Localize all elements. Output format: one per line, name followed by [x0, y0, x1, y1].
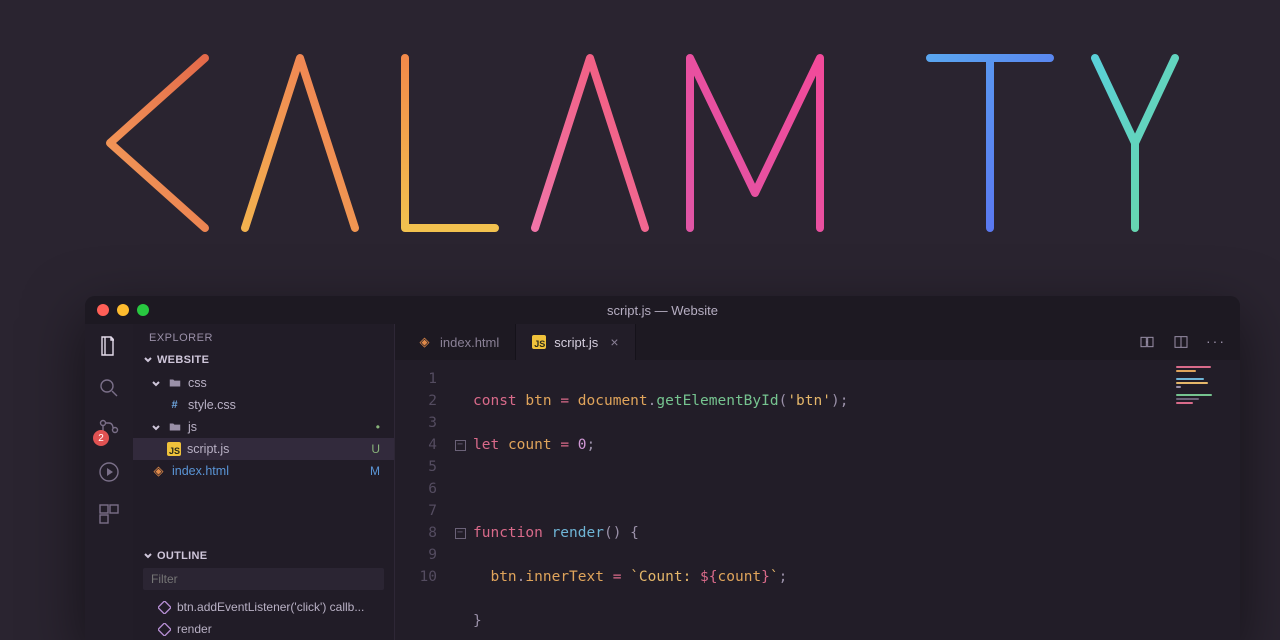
window-title: script.js — Website — [607, 303, 718, 318]
sidebar: EXPLORER WEBSITE css # style.css — [133, 324, 395, 640]
code-content[interactable]: const btn = document.getElementById('btn… — [469, 360, 1240, 640]
explorer-icon[interactable] — [97, 334, 121, 358]
file-scriptjs[interactable]: JS script.js U — [133, 438, 394, 460]
file-tree: css # style.css js • JS script.js U — [133, 370, 394, 488]
js-file-icon: JS — [167, 442, 181, 456]
method-icon — [157, 622, 171, 636]
git-status-modified: M — [370, 464, 380, 478]
editor-window: script.js — Website 2 EXPLORER — [85, 296, 1240, 640]
scm-badge: 2 — [93, 430, 109, 446]
close-tab-icon[interactable]: × — [610, 334, 618, 350]
outline-item[interactable]: render — [133, 618, 394, 640]
folder-label: js — [188, 420, 197, 434]
file-label: style.css — [188, 398, 236, 412]
outline-filter-input[interactable] — [143, 568, 384, 590]
html-file-icon: ◈ — [417, 335, 432, 350]
tab-indexhtml[interactable]: ◈ index.html — [401, 324, 516, 360]
debug-icon[interactable] — [97, 460, 121, 484]
tab-label: script.js — [554, 335, 598, 350]
line-number-gutter: 1 2 3 4 5 6 7 8 9 10 — [395, 360, 451, 640]
editor-actions: ··· — [1138, 333, 1240, 351]
minimap[interactable] — [1170, 360, 1240, 640]
fold-icon[interactable]: − — [451, 522, 469, 544]
activity-bar: 2 — [85, 324, 133, 640]
folder-css[interactable]: css — [133, 372, 394, 394]
search-icon[interactable] — [97, 376, 121, 400]
tab-label: index.html — [440, 335, 499, 350]
section-website[interactable]: WEBSITE — [133, 350, 394, 370]
file-stylecss[interactable]: # style.css — [133, 394, 394, 416]
outline-label: btn.addEventListener('click') callb... — [177, 600, 364, 614]
chevron-down-icon — [143, 355, 153, 365]
minimize-window-button[interactable] — [117, 304, 129, 316]
editor-area: ◈ index.html JS script.js × ··· 1 2 — [395, 324, 1240, 640]
sidebar-header: EXPLORER — [133, 324, 394, 350]
fold-icon[interactable]: − — [451, 434, 469, 456]
tab-bar: ◈ index.html JS script.js × ··· — [395, 324, 1240, 360]
extensions-icon[interactable] — [97, 502, 121, 526]
method-icon — [157, 600, 171, 614]
folder-js[interactable]: js • — [133, 416, 394, 438]
css-file-icon: # — [167, 398, 182, 413]
fold-gutter: − − — [451, 360, 469, 640]
titlebar: script.js — Website — [85, 296, 1240, 324]
file-indexhtml[interactable]: ◈ index.html M — [133, 460, 394, 482]
section-website-label: WEBSITE — [157, 354, 209, 366]
code-editor[interactable]: 1 2 3 4 5 6 7 8 9 10 − − — [395, 360, 1240, 640]
chevron-down-icon — [151, 422, 161, 432]
section-outline[interactable]: OUTLINE — [133, 546, 394, 566]
chevron-down-icon — [151, 378, 161, 388]
outline-label: render — [177, 622, 212, 636]
tab-scriptjs[interactable]: JS script.js × — [516, 324, 635, 360]
html-file-icon: ◈ — [151, 464, 166, 479]
zoom-window-button[interactable] — [137, 304, 149, 316]
source-control-icon[interactable]: 2 — [97, 418, 121, 442]
folder-label: css — [188, 376, 207, 390]
file-label: script.js — [187, 442, 229, 456]
folder-icon — [167, 420, 182, 435]
section-outline-label: OUTLINE — [157, 550, 207, 562]
git-status-untracked: U — [371, 442, 380, 456]
chevron-down-icon — [143, 551, 153, 561]
close-window-button[interactable] — [97, 304, 109, 316]
more-actions-icon[interactable]: ··· — [1206, 333, 1226, 351]
split-editor-icon[interactable] — [1172, 333, 1190, 351]
folder-icon — [167, 376, 182, 391]
outline-item[interactable]: btn.addEventListener('click') callb... — [133, 596, 394, 618]
js-file-icon: JS — [532, 335, 546, 349]
traffic-lights — [97, 304, 149, 316]
file-label: index.html — [172, 464, 229, 478]
calamity-logo — [0, 35, 1280, 250]
compare-icon[interactable] — [1138, 333, 1156, 351]
